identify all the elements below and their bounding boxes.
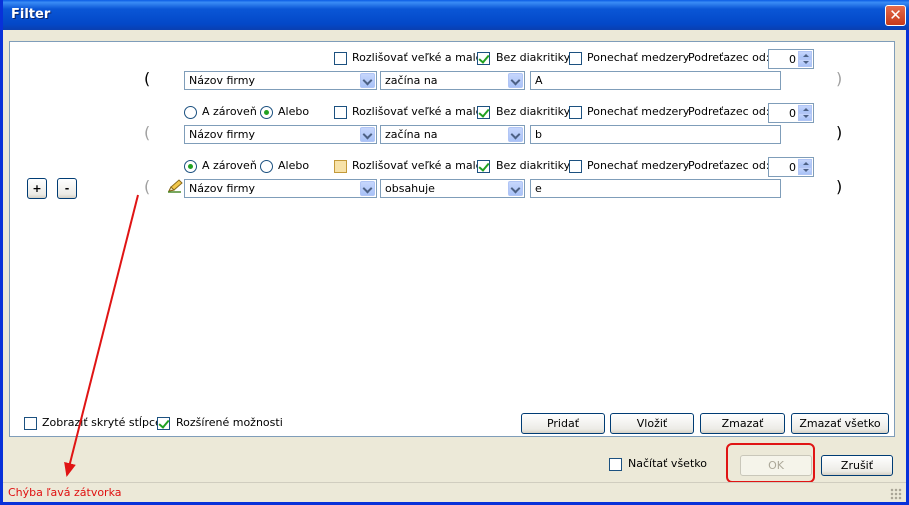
remove-paren-button[interactable]: - [57,178,77,199]
cancel-button[interactable]: Zrušiť [821,455,893,476]
no-diacritics-label: Bez diakritiky [496,51,571,64]
field-select-value: Názov firmy [189,74,255,87]
value-input[interactable]: A [530,71,781,90]
operator-select[interactable]: začína na [380,71,525,90]
value-input[interactable]: e [530,179,781,198]
case-sensitive-checkbox[interactable] [334,52,347,65]
substring-from-label: Podreťazec od: [688,51,770,64]
status-bar: Chýba ľavá zátvorka [3,482,906,503]
delete-all-button[interactable]: Zmazať všetko [791,413,889,434]
spin-up-icon[interactable] [798,105,812,113]
add-button[interactable]: Pridať [521,413,605,434]
close-icon[interactable]: ✕ [885,5,906,26]
delete-button[interactable]: Zmazať [700,413,785,434]
field-select[interactable]: Názov firmy [184,71,377,90]
substring-from-label: Podreťazec od: [688,105,770,118]
spin-up-icon[interactable] [798,51,812,59]
keep-spaces-checkbox[interactable] [569,160,582,173]
logic-or-label: Alebo [278,159,310,172]
value-input-text: A [535,74,543,87]
operator-select[interactable]: začína na [380,125,525,144]
close-paren[interactable]: ) [836,70,842,88]
case-sensitive-checkbox[interactable] [334,106,347,119]
load-all-checkbox[interactable] [609,458,622,471]
logic-and-label: A zároveň [202,105,257,118]
logic-or-label: Alebo [278,105,310,118]
value-input-text: e [535,182,542,195]
extended-options-checkbox[interactable] [157,417,170,430]
logic-and-radio[interactable] [184,160,197,173]
logic-and-label: A zároveň [202,159,257,172]
no-diacritics-label: Bez diakritiky [496,159,571,172]
filter-dialog: Filter ✕ Rozlišovať veľké a malé Bez diak… [0,0,909,505]
field-select[interactable]: Názov firmy [184,125,377,144]
substring-from-value: 0 [789,161,796,174]
window-title: Filter [11,7,51,22]
keep-spaces-checkbox[interactable] [569,52,582,65]
chevron-down-icon[interactable] [360,73,375,88]
no-diacritics-checkbox[interactable] [477,52,490,65]
field-select-value: Názov firmy [189,182,255,195]
open-paren[interactable]: ( [144,178,150,196]
spin-down-icon[interactable] [798,59,812,67]
close-paren[interactable]: ) [836,178,842,196]
case-sensitive-label: Rozlišovať veľké a malé [352,159,483,172]
operator-select-value: začína na [385,128,438,141]
conditions-panel: Rozlišovať veľké a malé Bez diakritiky Pon… [9,41,895,437]
chevron-down-icon[interactable] [360,127,375,142]
no-diacritics-checkbox[interactable] [477,106,490,119]
keep-spaces-checkbox[interactable] [569,106,582,119]
open-paren[interactable]: ( [144,124,150,142]
field-select[interactable]: Názov firmy [184,179,377,198]
operator-select-value: začína na [385,74,438,87]
extended-options-label: Rozšírené možnosti [176,416,283,429]
operator-select[interactable]: obsahuje [380,179,525,198]
spin-up-icon[interactable] [798,159,812,167]
spin-down-icon[interactable] [798,113,812,121]
spin-down-icon[interactable] [798,167,812,175]
insert-button[interactable]: Vložiť [610,413,694,434]
substring-from-spinner[interactable]: 0 [768,103,814,123]
substring-from-spinner[interactable]: 0 [768,49,814,69]
value-input-text: b [535,128,542,141]
logic-or-radio[interactable] [260,160,273,173]
logic-or-radio[interactable] [260,106,273,119]
pencil-icon [168,179,183,193]
close-paren[interactable]: ) [836,124,842,142]
substring-from-spinner[interactable]: 0 [768,157,814,177]
keep-spaces-label: Ponechať medzery [587,105,690,118]
add-paren-button[interactable]: + [27,178,47,199]
case-sensitive-label: Rozlišovať veľké a malé [352,51,483,64]
chevron-down-icon[interactable] [508,181,523,196]
keep-spaces-label: Ponechať medzery [587,51,690,64]
condition-row: A zároveň Alebo Rozlišovať veľké a malé Bez… [10,103,894,154]
field-select-value: Názov firmy [189,128,255,141]
operator-select-value: obsahuje [385,182,435,195]
status-message: Chýba ľavá zátvorka [8,486,122,499]
keep-spaces-label: Ponechať medzery [587,159,690,172]
ok-highlight-annotation [726,443,815,483]
substring-from-value: 0 [789,107,796,120]
show-hidden-columns-label: Zobraziť skryté stĺpce [42,416,162,429]
chevron-down-icon[interactable] [360,181,375,196]
chevron-down-icon[interactable] [508,73,523,88]
condition-row: Rozlišovať veľké a malé Bez diakritiky Pon… [10,49,894,100]
condition-row: A zároveň Alebo Rozlišovať veľké a malé Bez… [10,157,894,208]
chevron-down-icon[interactable] [508,127,523,142]
no-diacritics-checkbox[interactable] [477,160,490,173]
case-sensitive-label: Rozlišovať veľké a malé [352,105,483,118]
case-sensitive-checkbox[interactable] [334,160,347,173]
load-all-label: Načítať všetko [628,457,707,470]
title-bar[interactable]: Filter ✕ [3,0,909,30]
no-diacritics-label: Bez diakritiky [496,105,571,118]
value-input[interactable]: b [530,125,781,144]
open-paren[interactable]: ( [144,70,150,88]
logic-and-radio[interactable] [184,106,197,119]
show-hidden-columns-checkbox[interactable] [24,417,37,430]
substring-from-label: Podreťazec od: [688,159,770,172]
resize-grip-icon[interactable] [890,488,902,500]
substring-from-value: 0 [789,53,796,66]
